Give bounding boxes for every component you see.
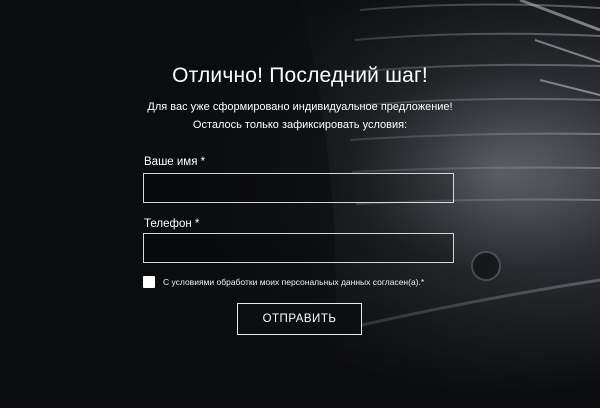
subtitle-line-2: Осталось только зафиксировать условия: — [192, 119, 408, 131]
submit-button[interactable]: ОТПРАВИТЬ — [237, 303, 362, 335]
lead-form: Отлично! Последний шаг! Для вас уже сфор… — [0, 0, 600, 408]
subtitle-line-1: Для вас уже сформировано индивидуальное … — [147, 101, 453, 113]
name-label: Ваше имя * — [144, 156, 206, 168]
consent-text: С условиями обработки моих персональных … — [163, 277, 425, 287]
consent-checkbox[interactable] — [143, 276, 155, 288]
phone-label: Телефон * — [144, 218, 200, 230]
form-title: Отлично! Последний шаг! — [172, 64, 428, 87]
consent-row[interactable]: С условиями обработки моих персональных … — [143, 276, 424, 288]
phone-input[interactable] — [143, 233, 454, 263]
form-subtitle: Для вас уже сформировано индивидуальное … — [0, 98, 600, 134]
page: Отлично! Последний шаг! Для вас уже сфор… — [0, 0, 600, 408]
name-input[interactable] — [143, 173, 454, 203]
